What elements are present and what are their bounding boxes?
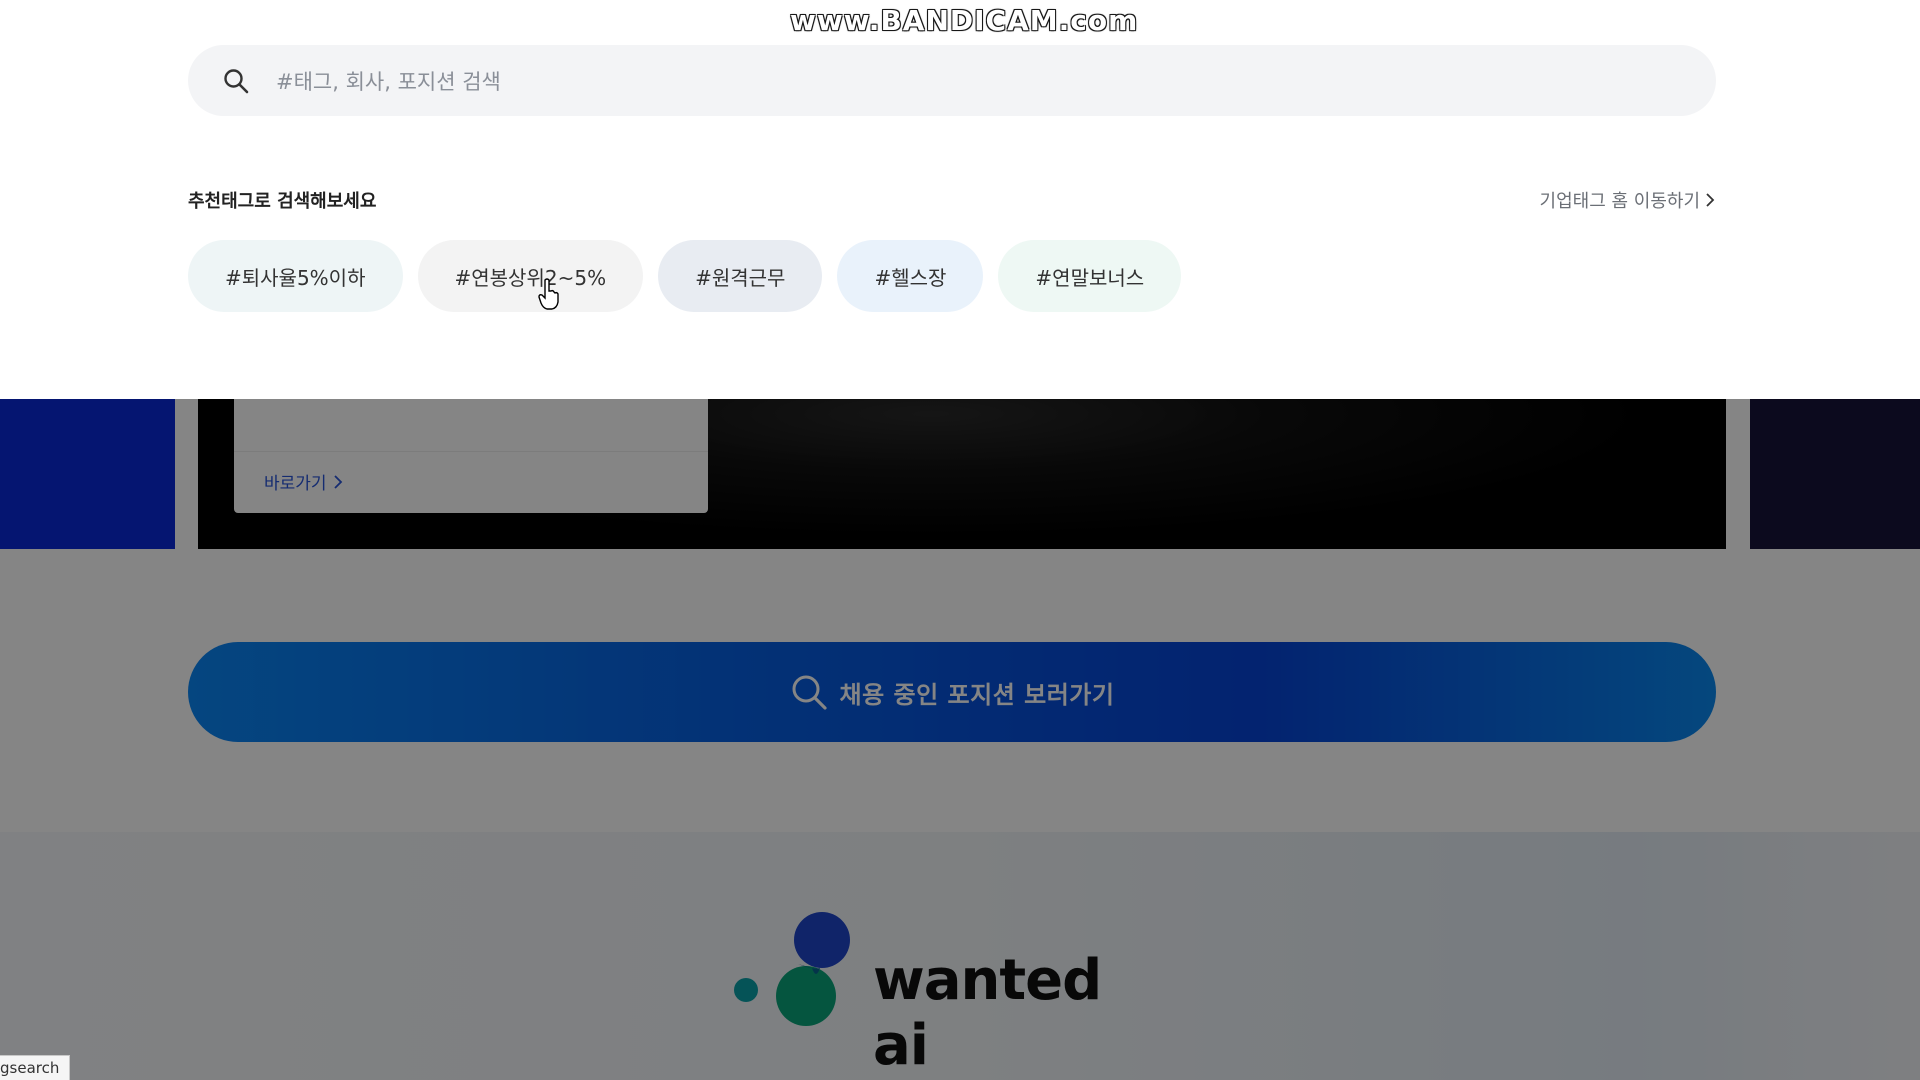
search-icon [224, 69, 249, 94]
search-panel: 추천태그로 검색해보세요 기업태그 홈 이동하기 #퇴사율5%이하 #연봉상위2… [0, 0, 1920, 399]
tag-chip[interactable]: #퇴사율5%이하 [188, 240, 403, 312]
browser-status-bar: gsearch [0, 1055, 71, 1080]
chevron-right-icon [1706, 193, 1715, 207]
tag-chip[interactable]: #연말보너스 [998, 240, 1182, 312]
tag-chip[interactable]: #헬스장 [837, 240, 984, 312]
hand-cursor-icon [538, 278, 559, 310]
search-box[interactable] [188, 45, 1716, 118]
modal-backdrop[interactable] [0, 399, 1920, 1080]
company-tag-home-label: 기업태그 홈 이동하기 [1539, 191, 1700, 212]
tag-chip[interactable]: #원격근무 [658, 240, 823, 312]
search-input[interactable] [274, 45, 1658, 118]
tag-chip[interactable]: #연봉상위2~5% [417, 240, 644, 312]
company-tag-home-link[interactable]: 기업태그 홈 이동하기 [1540, 187, 1715, 213]
recommended-tags-title: 추천태그로 검색해보세요 [188, 191, 377, 212]
recommended-tags: #퇴사율5%이하 #연봉상위2~5% #원격근무 #헬스장 #연말보너스 [188, 240, 1182, 312]
recording-watermark: www.BANDICAM.com [790, 4, 1139, 37]
